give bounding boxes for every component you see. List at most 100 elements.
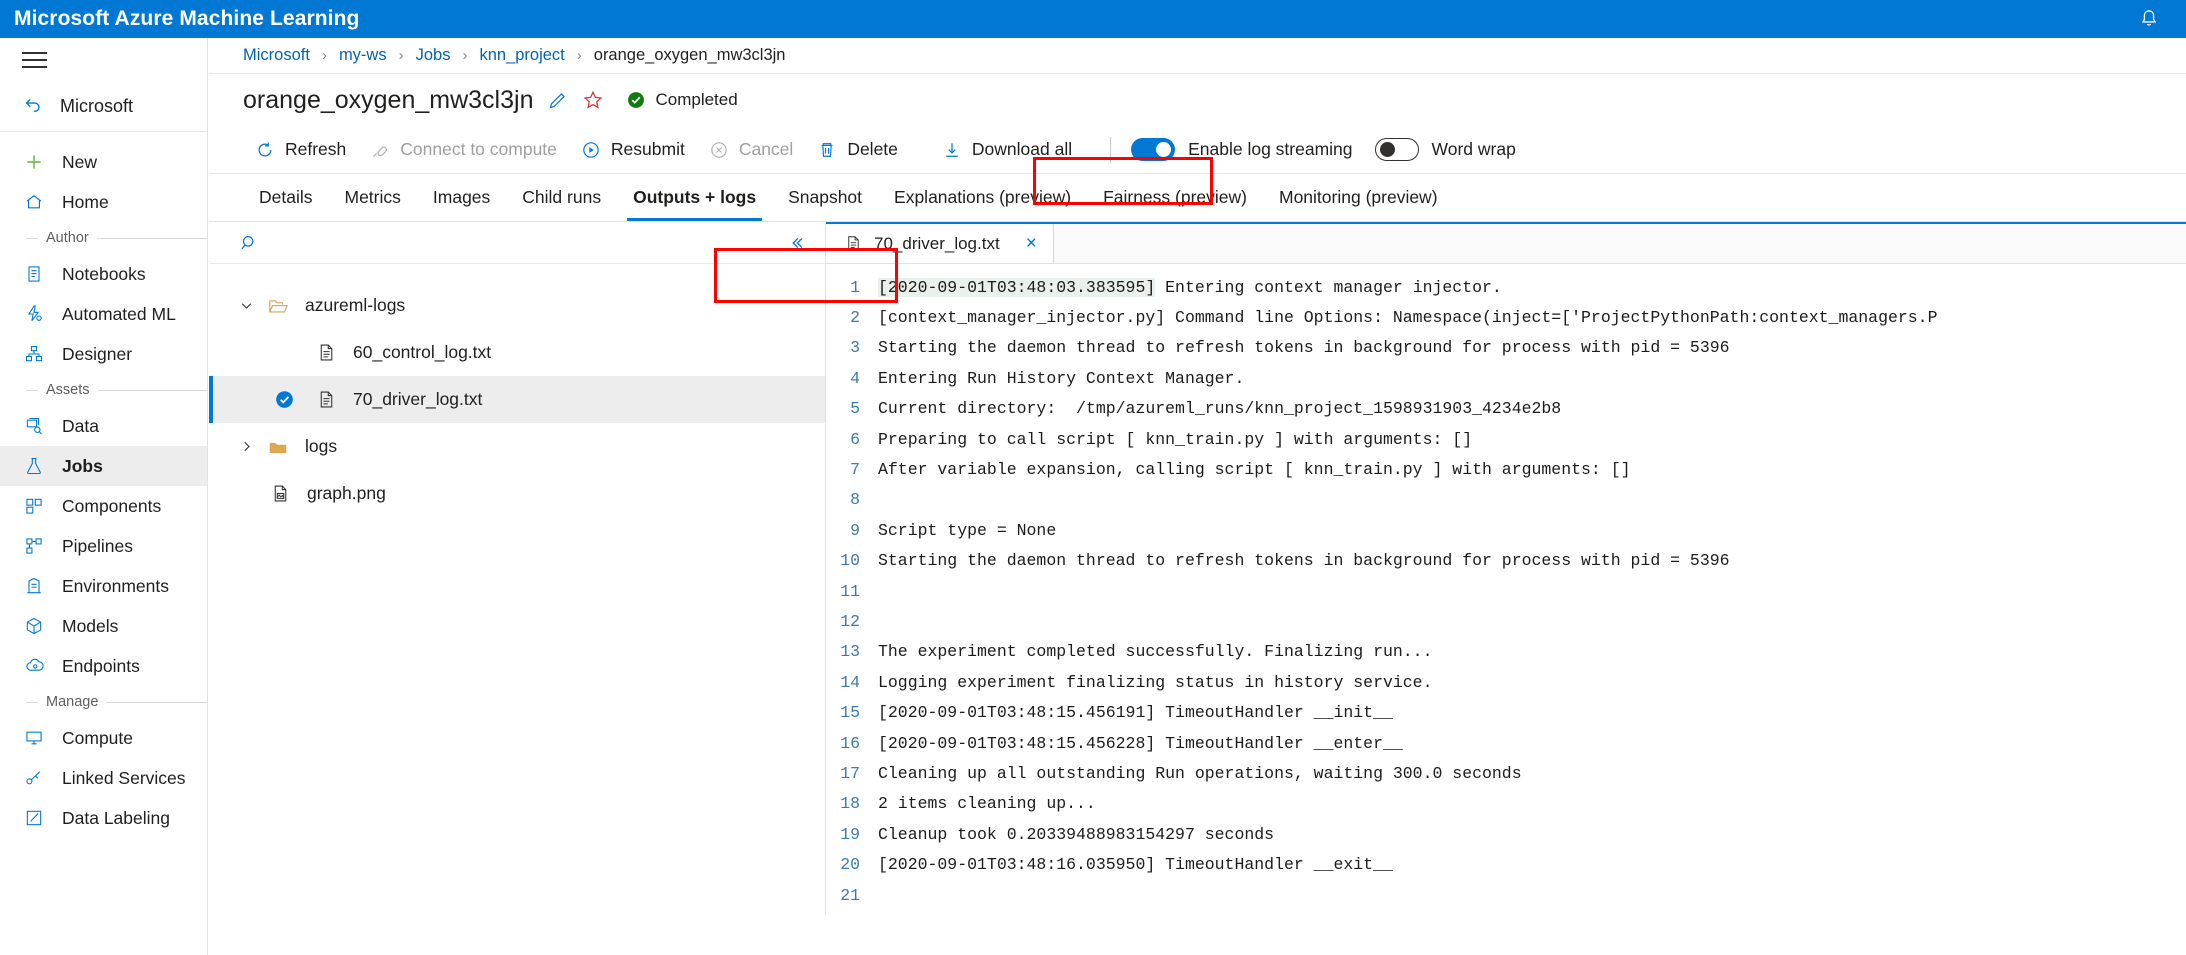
sidebar-item-label-designer: Designer: [62, 343, 133, 364]
tree-item-70-driver-log[interactable]: 70_driver_log.txt: [209, 376, 825, 423]
image-file-icon: [265, 483, 295, 504]
log-line: 16 [2020-09-01T03:48:15.456228] TimeoutHa…: [826, 728, 2186, 758]
log-line-number: 5: [850, 399, 860, 419]
log-line-text: [2020-09-01T03:48:16.035950] TimeoutHand…: [878, 855, 1393, 875]
tab-images[interactable]: Images: [417, 187, 506, 221]
resubmit-button[interactable]: Resubmit: [569, 133, 697, 167]
log-line: 13 The experiment completed successfully.…: [826, 637, 2186, 667]
log-line-text: Current directory: /tmp/azureml_runs/knn…: [878, 399, 1562, 419]
log-line: 2 [context_manager_injector.py] Command l…: [826, 302, 2186, 332]
pencil-icon[interactable]: [547, 90, 568, 111]
sidebar-item-designer[interactable]: Designer: [0, 334, 207, 374]
sidebar-item-new[interactable]: New: [0, 142, 207, 182]
text-file-icon: [844, 234, 863, 253]
log-line-number: 20: [840, 855, 860, 875]
nav-back-label: Microsoft: [60, 96, 134, 116]
tree-item-60-control-log[interactable]: 60_control_log.txt: [209, 329, 825, 376]
compute-monitor-icon: [22, 726, 46, 750]
endpoints-cloud-icon: [22, 654, 46, 678]
toggle-switch-on[interactable]: [1131, 138, 1176, 161]
models-cube-icon: [22, 614, 46, 638]
hamburger-menu-icon[interactable]: [0, 38, 207, 82]
sidebar-item-data[interactable]: Data: [0, 406, 207, 446]
log-line-text: After variable expansion, calling script…: [878, 460, 1631, 480]
breadcrumb-item-jobs[interactable]: Jobs: [416, 46, 451, 65]
breadcrumb-separator: ›: [398, 47, 404, 64]
tab-fairness[interactable]: Fairness (preview): [1087, 187, 1263, 221]
tab-snapshot[interactable]: Snapshot: [772, 187, 878, 221]
notebook-icon: [22, 262, 46, 286]
linked-services-icon: [22, 766, 46, 790]
search-icon[interactable]: [239, 233, 259, 253]
log-content[interactable]: 1 [2020-09-01T03:48:03.383595] Entering c…: [826, 264, 2186, 915]
download-all-label: Download all: [971, 139, 1073, 159]
search-input[interactable]: [271, 233, 787, 252]
log-line-text: [2020-09-01T03:48:15.456228] TimeoutHand…: [878, 733, 1403, 753]
cancel-button[interactable]: Cancel: [697, 133, 805, 167]
log-line-text: [context_manager_injector.py] Command li…: [878, 308, 1938, 328]
tab-child-runs[interactable]: Child runs: [506, 187, 617, 221]
app-header: Microsoft Azure Machine Learning: [0, 0, 2186, 38]
breadcrumb-separator: ›: [576, 47, 582, 64]
sidebar-item-label-linked-services: Linked Services: [62, 767, 186, 788]
log-line-text: Entering Run History Context Manager.: [878, 368, 1245, 388]
sidebar-item-components[interactable]: Components: [0, 486, 207, 526]
word-wrap-label: Word wrap: [1431, 139, 1516, 159]
toggle-switch-off[interactable]: [1374, 138, 1419, 161]
tab-monitoring[interactable]: Monitoring (preview): [1263, 187, 1454, 221]
breadcrumb-item-knn-project[interactable]: knn_project: [479, 46, 564, 65]
tab-metrics[interactable]: Metrics: [329, 187, 417, 221]
file-browser-panel: azureml-logs 60_control_log.txt 70_drive…: [209, 222, 826, 915]
page-title-row: orange_oxygen_mw3cl3jn Completed: [209, 74, 2186, 126]
sidebar-item-environments[interactable]: Environments: [0, 566, 207, 606]
breadcrumb-item-microsoft[interactable]: Microsoft: [243, 46, 310, 65]
app-brand-title: Microsoft Azure Machine Learning: [14, 7, 360, 30]
word-wrap-toggle[interactable]: Word wrap: [1374, 138, 1516, 161]
log-timestamp: [2020-09-01T03:48:03.383595]: [878, 277, 1156, 297]
sidebar-item-endpoints[interactable]: Endpoints: [0, 646, 207, 686]
sidebar-item-notebooks[interactable]: Notebooks: [0, 254, 207, 294]
tree-item-azureml-logs[interactable]: azureml-logs: [209, 282, 825, 329]
sidebar-item-home[interactable]: Home: [0, 182, 207, 222]
chevron-down-icon[interactable]: [233, 297, 259, 314]
bell-icon[interactable]: [2136, 6, 2162, 32]
log-line: 8: [826, 485, 2186, 515]
double-chevron-left-icon[interactable]: [787, 233, 807, 253]
sidebar-item-compute[interactable]: Compute: [0, 718, 207, 758]
log-line-number: 19: [840, 824, 860, 844]
sidebar-item-automated-ml[interactable]: Automated ML: [0, 294, 207, 334]
sidebar-item-jobs[interactable]: Jobs: [0, 446, 207, 486]
tab-details[interactable]: Details: [243, 187, 329, 221]
sidebar-item-linked-services[interactable]: Linked Services: [0, 758, 207, 798]
log-file-tab-70-driver-log[interactable]: 70_driver_log.txt ×: [826, 224, 1054, 263]
star-icon[interactable]: [582, 89, 604, 111]
tree-item-label: logs: [305, 436, 338, 456]
file-search-row: [209, 222, 825, 264]
log-line-number: 7: [850, 460, 860, 480]
log-line-text: Preparing to call script [ knn_train.py …: [878, 429, 1473, 449]
sidebar-item-label-models: Models: [62, 615, 119, 636]
chevron-right-icon[interactable]: [233, 438, 259, 455]
sidebar-item-data-labeling[interactable]: Data Labeling: [0, 798, 207, 838]
connect-to-compute-button[interactable]: Connect to compute: [358, 133, 569, 167]
log-line: 6 Preparing to call script [ knn_train.py…: [826, 424, 2186, 454]
enable-log-streaming-toggle[interactable]: Enable log streaming: [1131, 138, 1353, 161]
sidebar-item-label-automated-ml: Automated ML: [62, 303, 176, 324]
log-line-number: 14: [840, 672, 860, 692]
sidebar-item-models[interactable]: Models: [0, 606, 207, 646]
refresh-button[interactable]: Refresh: [243, 133, 358, 167]
tree-item-graph-png[interactable]: graph.png: [209, 470, 825, 517]
breadcrumb-item-my-ws[interactable]: my-ws: [339, 46, 387, 65]
tree-item-label: 60_control_log.txt: [353, 342, 492, 362]
sidebar-item-pipelines[interactable]: Pipelines: [0, 526, 207, 566]
nav-back-microsoft[interactable]: Microsoft: [0, 82, 207, 132]
close-icon[interactable]: ×: [1026, 234, 1037, 253]
tab-outputs-logs[interactable]: Outputs + logs: [617, 187, 772, 221]
tree-item-logs[interactable]: logs: [209, 423, 825, 470]
download-all-button[interactable]: Download all: [922, 133, 1092, 167]
delete-button[interactable]: Delete: [805, 133, 910, 167]
log-viewer-panel: 70_driver_log.txt × 1 [2020-09-01T03:48:0…: [826, 222, 2186, 915]
folder-closed-icon: [263, 436, 293, 458]
command-bar: Refresh Connect to compute Resubmit Canc…: [209, 126, 2186, 174]
tab-explanations[interactable]: Explanations (preview): [878, 187, 1087, 221]
